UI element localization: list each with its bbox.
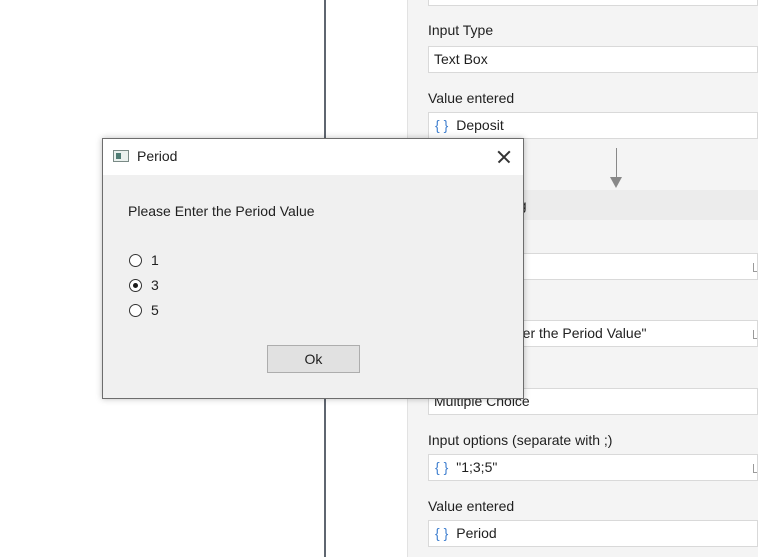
dialog-prompt: Please Enter the Period Value [128,203,315,219]
period-dialog: Period Please Enter the Period Value 1 3… [102,138,524,399]
radio-button-selected[interactable] [129,278,142,292]
expand-icon [753,263,757,272]
radio-button[interactable] [129,303,142,317]
radio-label: 1 [151,252,159,268]
connector-arrow-icon [610,177,622,188]
value-entered-text: Deposit [456,117,504,133]
radio-option-1[interactable]: 1 [129,250,159,270]
input-options-text: "1;3;5" [456,459,498,475]
radio-option-3[interactable]: 3 [129,275,159,295]
expression-braces-icon: { } [435,459,449,475]
dialog-title: Period [137,148,178,164]
expression-braces-icon: { } [435,117,449,133]
input-options-field[interactable]: { } "1;3;5" [428,454,758,481]
radio-label: 3 [151,277,159,293]
input-type-value: Text Box [434,51,488,67]
radio-option-5[interactable]: 5 [129,300,159,320]
input-type-dropdown[interactable]: Text Box [428,46,758,73]
dialog-titlebar[interactable]: Period [103,139,523,175]
value-entered-label: Value entered [428,90,515,106]
value-entered-label-2: Value entered [428,498,515,514]
expand-icon [753,464,757,473]
radio-button[interactable] [129,253,142,267]
connector-line [616,148,617,178]
radio-label: 5 [151,302,159,318]
input-options-label: Input options (separate with ;) [428,432,613,448]
value-entered-field[interactable]: { } Deposit [428,112,758,139]
expression-braces-icon: { } [435,525,449,541]
close-button[interactable] [489,143,519,171]
ok-button[interactable]: Ok [267,345,360,373]
dialog-prompt-text: nter the Period Value" [511,325,647,341]
window-app-icon [113,150,129,162]
top-partial-field[interactable] [428,0,758,6]
input-type-label: Input Type [428,22,494,38]
value-entered-field-2[interactable]: { } Period [428,520,758,547]
value-entered-text-2: Period [456,525,497,541]
expand-icon [753,330,757,339]
